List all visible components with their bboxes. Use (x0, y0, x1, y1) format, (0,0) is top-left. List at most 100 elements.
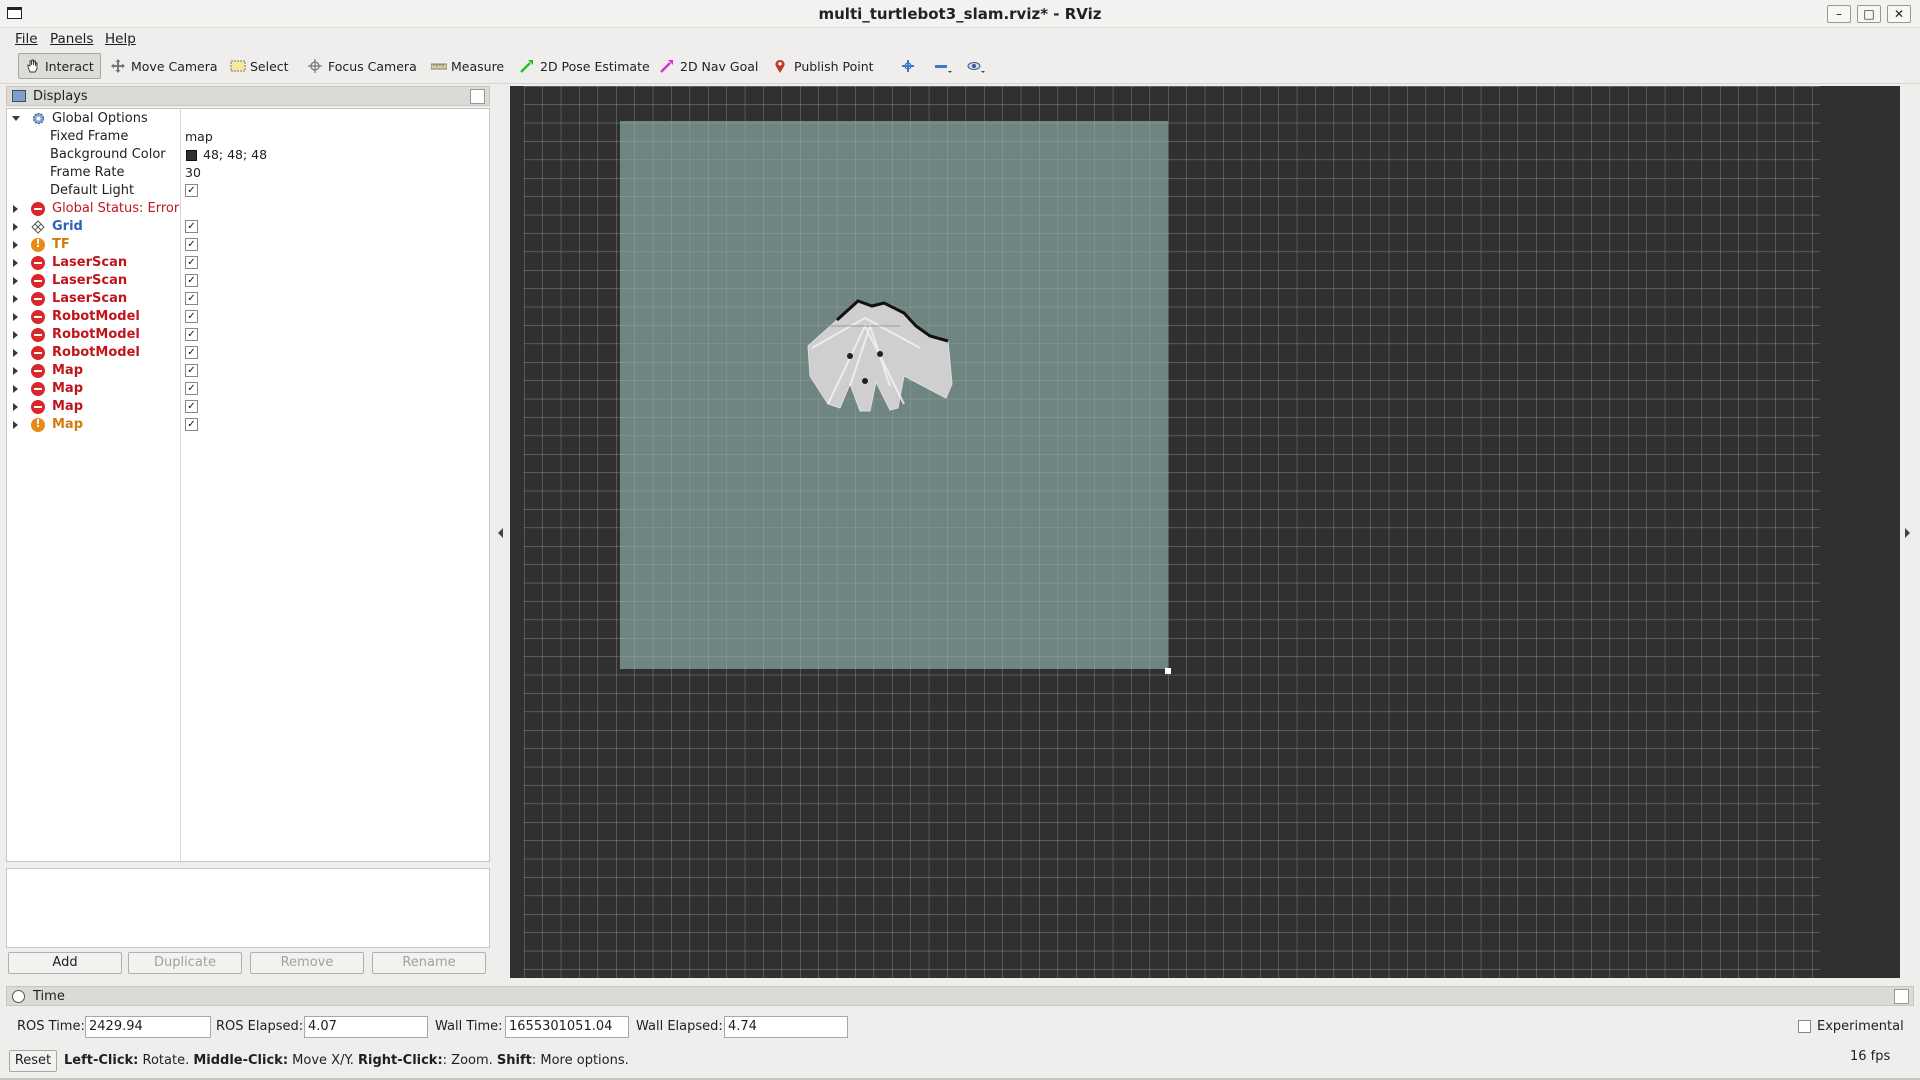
collapse-arrow-icon[interactable] (12, 116, 20, 121)
ros-elapsed-label: ROS Elapsed: (216, 1019, 304, 1034)
render-3d-view[interactable] (510, 86, 1900, 978)
expand-arrow-icon[interactable] (13, 367, 18, 375)
close-button[interactable]: ✕ (1887, 5, 1911, 23)
left-splitter-handle[interactable] (494, 86, 508, 978)
interact-tool-button[interactable]: Interact (18, 53, 101, 79)
focus-camera-tool-button[interactable]: Focus Camera (302, 53, 423, 79)
tree-row-robotmodel[interactable]: RobotModel ✓ (7, 326, 489, 344)
remove-display-button[interactable]: Remove (250, 952, 364, 974)
move-arrows-icon (111, 59, 125, 73)
scene-canvas (510, 86, 1900, 978)
property-row-default-light[interactable]: Default Light ✓ (7, 182, 489, 200)
checkbox[interactable]: ✓ (185, 184, 198, 197)
checkbox[interactable]: ✓ (185, 400, 198, 413)
expand-arrow-icon[interactable] (13, 349, 18, 357)
expand-arrow-icon[interactable] (13, 277, 18, 285)
ros-elapsed-input[interactable]: 4.07 (304, 1016, 428, 1038)
expand-arrow-icon[interactable] (13, 241, 18, 249)
checkbox[interactable]: ✓ (185, 310, 198, 323)
tree-row-laserscan[interactable]: LaserScan ✓ (7, 272, 489, 290)
remove-tool-button[interactable] (928, 53, 954, 79)
2d-nav-goal-tool-button[interactable]: 2D Nav Goal (654, 53, 764, 79)
expand-arrow-icon[interactable] (13, 295, 18, 303)
display-label: RobotModel (52, 327, 140, 342)
tree-row-map[interactable]: Map ✓ (7, 398, 489, 416)
2d-pose-estimate-tool-button[interactable]: 2D Pose Estimate (514, 53, 656, 79)
tree-row-map[interactable]: Map ✓ (7, 380, 489, 398)
expand-arrow-icon[interactable] (13, 385, 18, 393)
add-tool-button[interactable] (895, 53, 921, 79)
expand-arrow-icon[interactable] (13, 421, 18, 429)
checkbox[interactable]: ✓ (185, 220, 198, 233)
move-camera-tool-button[interactable]: Move Camera (105, 53, 224, 79)
property-name: Frame Rate (50, 165, 125, 180)
undock-button[interactable] (470, 89, 485, 104)
publish-point-tool-button[interactable]: Publish Point (768, 53, 880, 79)
tree-row-global-options[interactable]: Global Options (7, 110, 489, 128)
checkbox[interactable]: ✓ (185, 274, 198, 287)
property-row-fixed-frame[interactable]: Fixed Frame map (7, 128, 489, 146)
checkbox[interactable]: ✓ (185, 364, 198, 377)
menu-help[interactable]: Help (105, 31, 136, 47)
property-row-background-color[interactable]: Background Color 48; 48; 48 (7, 146, 489, 164)
wall-elapsed-input[interactable]: 4.74 (724, 1016, 848, 1038)
right-splitter-handle[interactable] (1900, 86, 1914, 978)
checkbox[interactable]: ✓ (185, 292, 198, 305)
select-tool-button[interactable]: Select (224, 53, 295, 79)
experimental-checkbox[interactable] (1798, 1020, 1811, 1033)
tree-row-map[interactable]: Map ✓ (7, 362, 489, 380)
nav-goal-label: 2D Nav Goal (680, 58, 759, 74)
tree-row-tf[interactable]: TF ✓ (7, 236, 489, 254)
tree-row-robotmodel[interactable]: RobotModel ✓ (7, 308, 489, 326)
checkbox[interactable]: ✓ (185, 382, 198, 395)
checkbox[interactable]: ✓ (185, 238, 198, 251)
checkbox[interactable]: ✓ (185, 418, 198, 431)
property-row-frame-rate[interactable]: Frame Rate 30 (7, 164, 489, 182)
property-value[interactable]: 48; 48; 48 (203, 147, 267, 162)
property-name: Default Light (50, 183, 135, 198)
expand-arrow-icon[interactable] (13, 223, 18, 231)
color-swatch[interactable] (186, 150, 197, 161)
panels-tool-button[interactable] (961, 53, 987, 79)
warning-icon (31, 417, 45, 432)
ruler-icon (430, 59, 448, 73)
undock-button[interactable] (1894, 989, 1909, 1004)
displays-button-row: Add Duplicate Remove Rename (6, 952, 490, 976)
display-label: TF (52, 237, 70, 252)
reset-button[interactable]: Reset (9, 1050, 57, 1072)
add-display-button[interactable]: Add (8, 952, 122, 974)
tree-row-map[interactable]: Map ✓ (7, 416, 489, 434)
property-value[interactable]: map (185, 129, 213, 144)
checkbox[interactable]: ✓ (185, 256, 198, 269)
expand-arrow-icon[interactable] (13, 403, 18, 411)
property-value[interactable]: 30 (185, 165, 201, 180)
tree-row-robotmodel[interactable]: RobotModel ✓ (7, 344, 489, 362)
expand-arrow-icon[interactable] (13, 259, 18, 267)
tree-row-laserscan[interactable]: LaserScan ✓ (7, 290, 489, 308)
expand-arrow-icon[interactable] (13, 313, 18, 321)
time-panel-title: Time (33, 989, 65, 1004)
rename-display-button[interactable]: Rename (372, 952, 486, 974)
expand-arrow-icon[interactable] (13, 205, 18, 213)
map-corner-marker (1165, 668, 1171, 674)
checkbox[interactable]: ✓ (185, 328, 198, 341)
tree-row-grid[interactable]: Grid ✓ (7, 218, 489, 236)
focus-camera-label: Focus Camera (328, 58, 417, 74)
menu-file[interactable]: File (15, 31, 38, 47)
menu-panels[interactable]: Panels (50, 31, 93, 47)
displays-tree[interactable]: Global Options Fixed Frame map Backgroun… (6, 108, 490, 863)
minimize-button[interactable]: – (1827, 5, 1851, 23)
error-icon (31, 400, 45, 414)
wall-time-input[interactable]: 1655301051.04 (505, 1016, 629, 1038)
displays-title: Displays (33, 89, 88, 104)
ros-time-input[interactable]: 2429.94 (85, 1016, 211, 1038)
checkbox[interactable]: ✓ (185, 346, 198, 359)
expand-arrow-icon[interactable] (13, 331, 18, 339)
tree-row-laserscan[interactable]: LaserScan ✓ (7, 254, 489, 272)
tree-row-global-status[interactable]: Global Status: Error (7, 200, 489, 218)
clock-icon (12, 990, 25, 1003)
duplicate-display-button[interactable]: Duplicate (128, 952, 242, 974)
measure-tool-button[interactable]: Measure (425, 53, 510, 79)
maximize-button[interactable]: □ (1857, 5, 1881, 23)
hint-shift-key: Shift (496, 1053, 532, 1068)
